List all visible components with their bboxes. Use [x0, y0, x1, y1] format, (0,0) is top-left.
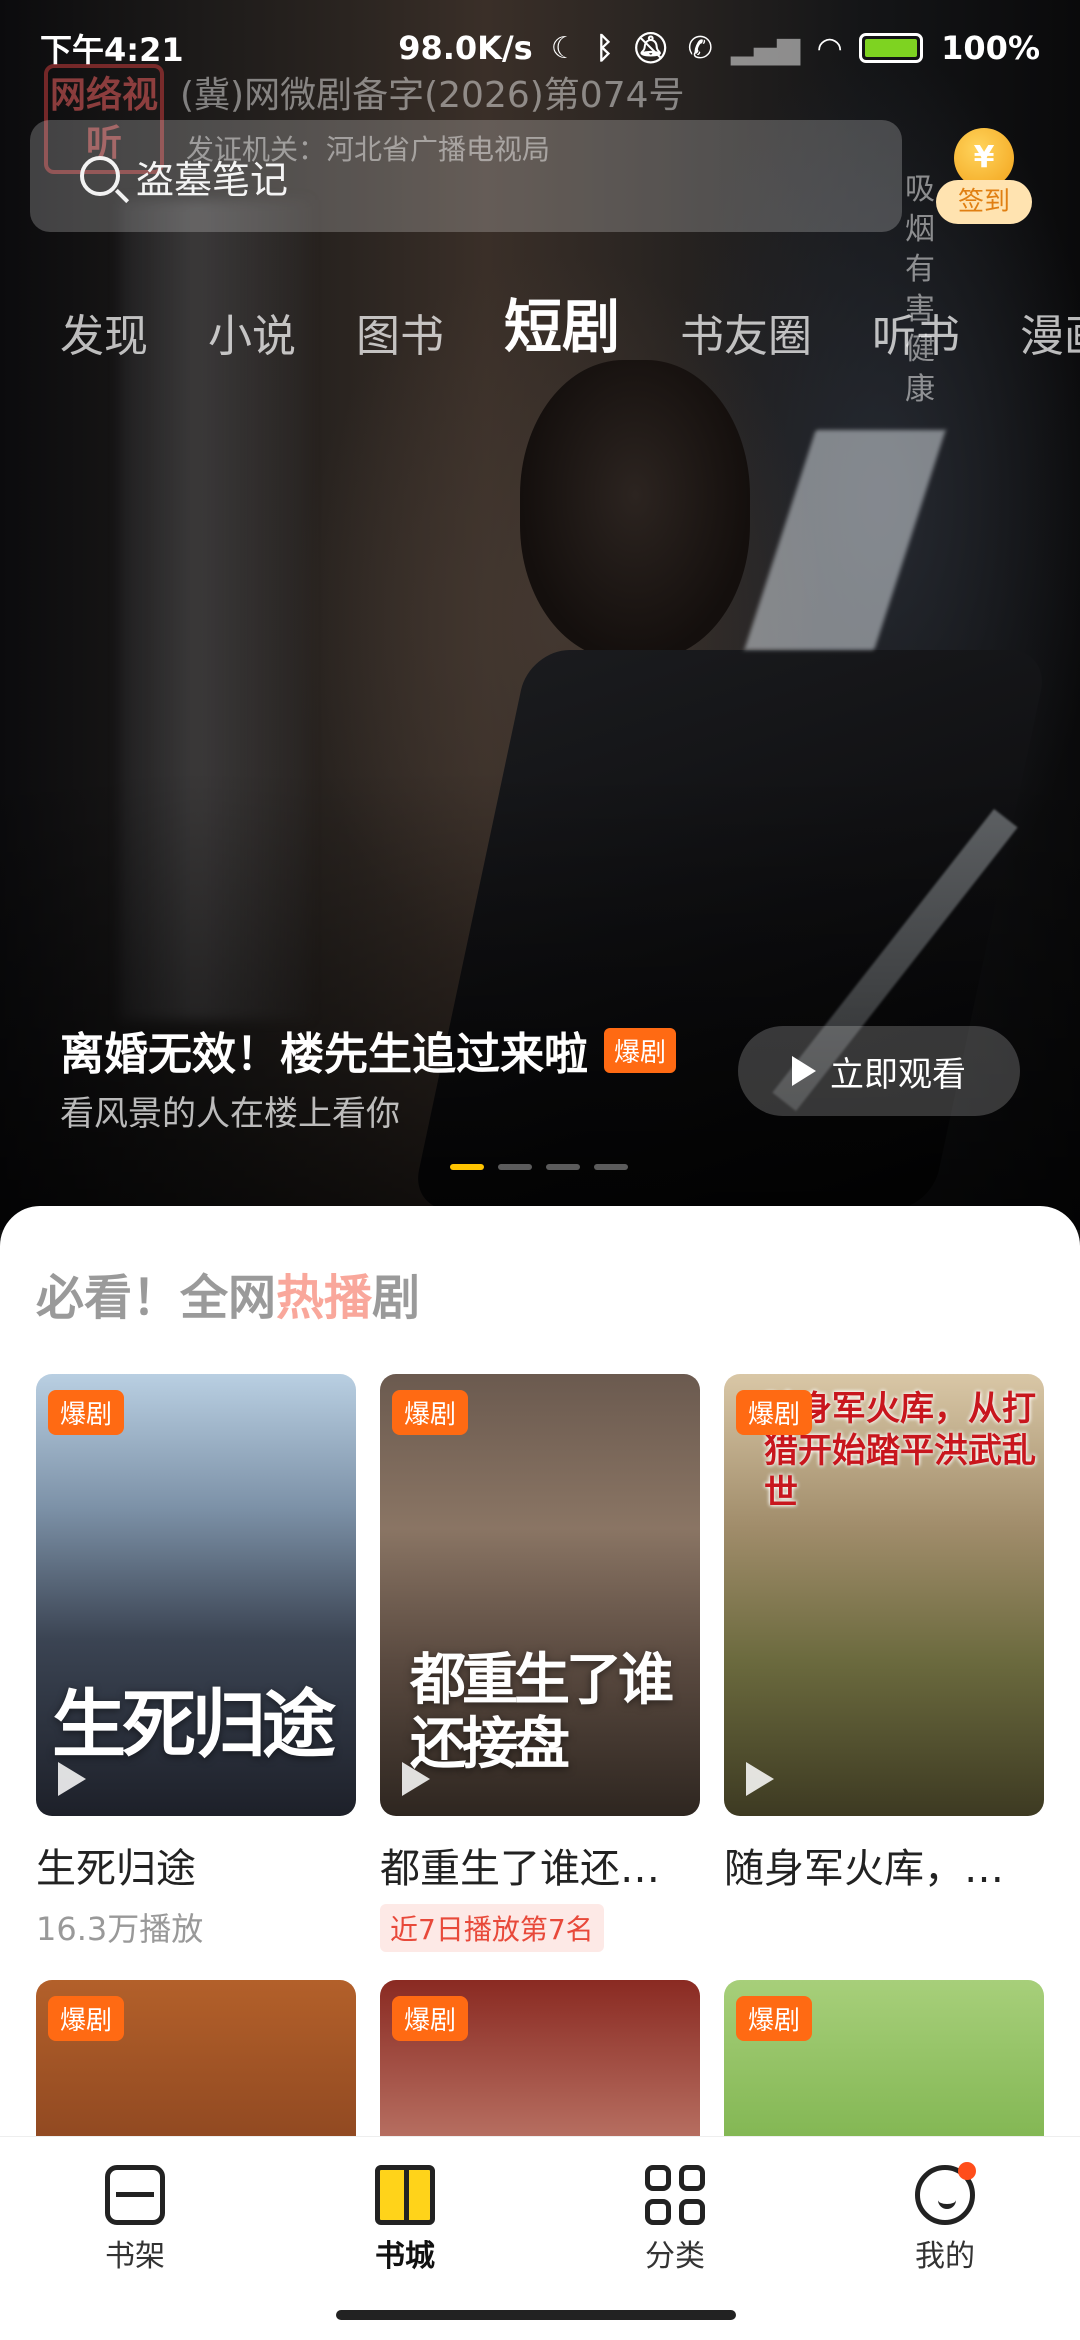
hero-figure-head: [520, 360, 750, 660]
search-placeholder: 盗墓笔记: [136, 157, 289, 202]
moon-icon: ☾: [550, 30, 578, 66]
call-forward-icon: ✆: [687, 30, 713, 66]
poster-tag: 爆剧: [392, 1390, 469, 1435]
tab-books[interactable]: 图书: [356, 300, 444, 364]
play-icon: [402, 1762, 430, 1796]
hero-light-patch: [744, 430, 946, 650]
coin-icon: ¥: [954, 128, 1014, 188]
play-icon: [58, 1762, 86, 1796]
net-speed: 98.0K/s: [398, 29, 533, 67]
banner-title-text: 离婚无效！楼先生追过来啦: [60, 1029, 588, 1080]
section-title-hot: 热播: [276, 1270, 373, 1326]
drama-name: 都重生了谁还…: [380, 1846, 660, 1892]
signal-icon: ▂▄▆: [730, 30, 801, 66]
play-icon: [746, 1762, 774, 1796]
search-icon: [80, 156, 120, 196]
tab-discover[interactable]: 发现: [60, 300, 148, 364]
nav-label: 书城: [375, 2239, 435, 2274]
signin-button[interactable]: ¥ 签到: [936, 128, 1032, 224]
tab-audiobook[interactable]: 听书: [872, 300, 960, 364]
pagination-dot[interactable]: [594, 1164, 628, 1170]
poster-tag: 爆剧: [736, 1390, 813, 1435]
tab-comics[interactable]: 漫画: [1020, 300, 1080, 364]
pagination-dot[interactable]: [546, 1164, 580, 1170]
poster-tag: 爆剧: [392, 1996, 469, 2041]
drama-card[interactable]: 爆剧 都重生了谁还接盘 都重生了谁还… 近7日播放第7名: [380, 1374, 700, 1952]
hero-bottom-shade: [0, 770, 1080, 1230]
drama-rank-badge: 近7日播放第7名: [380, 1904, 604, 1952]
drama-poster[interactable]: 爆剧 都重生了谁还接盘: [380, 1374, 700, 1816]
poster-title-art: 都重生了谁还接盘: [410, 1647, 674, 1777]
drama-poster[interactable]: 随身军火库，从打猎开始踏平洪武乱世 爆剧: [724, 1374, 1044, 1816]
tab-short-drama[interactable]: 短剧: [499, 280, 620, 364]
tab-novel[interactable]: 小说: [208, 300, 296, 364]
profile-icon: [915, 2162, 976, 2225]
section-title: 必看！全网热播剧: [36, 1258, 420, 1328]
nav-bookshelf[interactable]: 书架: [0, 2137, 270, 2340]
play-icon: [792, 1056, 816, 1086]
battery-icon: [859, 33, 924, 63]
bookstore-icon: [375, 2165, 435, 2225]
drama-card[interactable]: 爆剧 生死归途 生死归途 16.3万播放: [36, 1374, 356, 1950]
pagination-dot[interactable]: [498, 1164, 532, 1170]
drama-poster[interactable]: 爆剧 生死归途: [36, 1374, 356, 1816]
nav-label: 书架: [105, 2239, 165, 2274]
section-title-prefix: 必看！全网: [36, 1270, 277, 1326]
drama-play-count: 16.3万播放: [36, 1910, 204, 1948]
signin-label: 签到: [936, 180, 1032, 224]
battery-percent: 100%: [941, 29, 1040, 67]
drama-name: 生死归途: [36, 1846, 196, 1892]
poster-tag: 爆剧: [48, 1996, 125, 2041]
banner-title[interactable]: 离婚无效！楼先生追过来啦 爆剧: [60, 1018, 677, 1082]
category-icon: [645, 2165, 705, 2225]
banner-badge: 爆剧: [604, 1027, 677, 1073]
mute-bell-icon: 🔕︎: [631, 30, 670, 66]
banner-subtitle: 看风景的人在楼上看你: [60, 1094, 400, 1134]
poster-title-art: 生死归途: [52, 1682, 336, 1768]
section-title-suffix: 剧: [372, 1270, 421, 1326]
search-bar[interactable]: 盗墓笔记: [30, 120, 902, 232]
nav-profile[interactable]: 我的: [810, 2137, 1080, 2340]
watch-now-button[interactable]: 立即观看: [738, 1026, 1020, 1116]
banner-pagination: [450, 1164, 628, 1170]
bluetooth-icon: ᛒ: [595, 30, 614, 66]
license-number: (冀)网微剧备字(2026)第074号: [180, 75, 685, 116]
poster-tag: 爆剧: [736, 1996, 813, 2041]
notification-dot: [958, 2162, 976, 2180]
drama-card[interactable]: 随身军火库，从打猎开始踏平洪武乱世 爆剧 随身军火库，…: [724, 1374, 1044, 1894]
nav-label: 我的: [915, 2239, 975, 2274]
pagination-dot[interactable]: [450, 1164, 484, 1170]
wifi-icon: ◠: [818, 30, 842, 66]
drama-name: 随身军火库，…: [724, 1846, 1004, 1892]
tab-book-circle[interactable]: 书友圈: [680, 300, 812, 364]
home-indicator[interactable]: [336, 2310, 736, 2320]
bookshelf-icon: [105, 2165, 165, 2225]
category-tabs: 发现 小说 图书 短剧 书友圈 听书 漫画: [60, 280, 1080, 364]
watch-now-label: 立即观看: [830, 1054, 966, 1095]
poster-tag: 爆剧: [48, 1390, 125, 1435]
nav-label: 分类: [645, 2239, 705, 2274]
